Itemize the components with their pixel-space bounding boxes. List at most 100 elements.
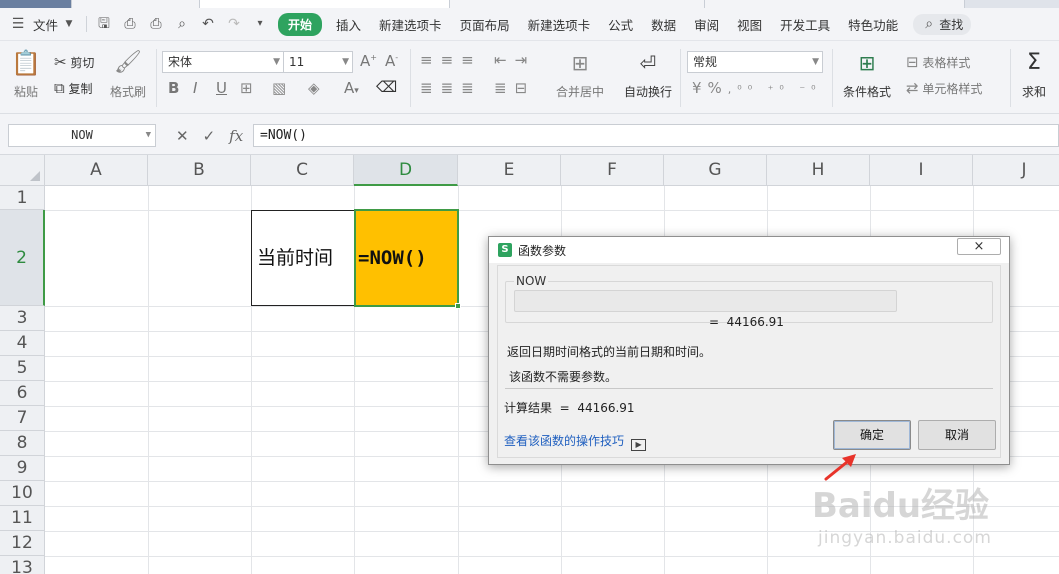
cancel-button[interactable]: 取消 — [918, 420, 996, 450]
wrap-text-label: 自动换行 — [623, 85, 672, 99]
align-left-buttons[interactable]: ≣≣≣ — [420, 79, 482, 97]
chevron-down-icon: ▼ — [273, 57, 280, 67]
fill-handle[interactable] — [455, 303, 461, 309]
ok-button[interactable]: 确定 — [833, 420, 911, 450]
export-pdf-icon[interactable]: ⎙ — [122, 16, 138, 32]
tab-page-layout[interactable]: 页面布局 — [451, 15, 519, 34]
cut-button[interactable]: ✂ 剪切 — [54, 53, 94, 71]
column-header-b[interactable]: B — [148, 155, 251, 186]
name-box[interactable]: NOW ▼ — [8, 124, 156, 147]
justify-buttons[interactable]: ≣⊟ — [494, 79, 535, 97]
tab-document-1[interactable] — [72, 0, 200, 8]
close-button[interactable]: × — [957, 238, 1001, 255]
cell-c2[interactable]: 当前时间 — [251, 210, 355, 306]
row-header-8[interactable]: 8 — [0, 431, 45, 456]
check-icon[interactable]: ✓ — [203, 127, 216, 145]
column-header-f[interactable]: F — [561, 155, 664, 186]
row-header-12[interactable]: 12 — [0, 531, 45, 556]
tab-insert[interactable]: 插入 — [327, 15, 370, 34]
font-shrink-button[interactable]: A- — [385, 52, 398, 70]
annotation-arrow-icon — [824, 454, 856, 481]
save-icon[interactable]: 🖫 — [96, 16, 112, 32]
row-header-9[interactable]: 9 — [0, 456, 45, 481]
row-header-13[interactable]: 13 — [0, 556, 45, 574]
menu-separator — [86, 16, 88, 32]
hamburger-menu-icon[interactable]: ☰ — [10, 16, 26, 32]
document-tab-strip — [0, 0, 1059, 8]
table-style-button[interactable]: ⊟ 表格样式 — [906, 53, 970, 71]
cancel-icon[interactable]: ✕ — [176, 127, 189, 145]
italic-button[interactable]: I — [193, 79, 197, 97]
tab-new-tab-2[interactable]: 新建选项卡 — [519, 15, 600, 34]
tab-view[interactable]: 视图 — [728, 15, 771, 34]
align-top-buttons[interactable]: ≡≡≡ — [420, 51, 482, 69]
tab-home[interactable] — [0, 0, 72, 8]
tab-special-features[interactable]: 特色功能 — [839, 15, 907, 34]
ribbon-toolbar: 📋 粘贴 ✂ 剪切 ⧉ 复制 🖌 格式刷 宋体 ▼ 11 ▼ A+ A- B I U… — [0, 41, 1059, 114]
row-header-11[interactable]: 11 — [0, 506, 45, 531]
row-header-10[interactable]: 10 — [0, 481, 45, 506]
help-link-label: 查看该函数的操作技巧 — [504, 434, 625, 448]
underline-button[interactable]: U — [216, 79, 227, 97]
formula-input[interactable]: =NOW() — [253, 124, 1059, 147]
wrap-text-button[interactable]: ⏎ 自动换行 — [620, 49, 676, 100]
column-header-c[interactable]: C — [251, 155, 354, 186]
paste-button[interactable]: 📋 粘贴 — [10, 49, 42, 100]
column-header-g[interactable]: G — [664, 155, 767, 186]
eraser-icon[interactable]: ⌫ — [376, 78, 397, 96]
tab-developer[interactable]: 开发工具 — [771, 15, 839, 34]
tab-data[interactable]: 数据 — [642, 15, 685, 34]
conditional-format-button[interactable]: ⊞ 条件格式 — [838, 49, 896, 100]
tab-start[interactable]: 开始 — [278, 12, 323, 36]
number-format-select[interactable]: 常规 ▼ — [687, 51, 823, 73]
cell-style-button[interactable]: ⇄ 单元格样式 — [906, 79, 982, 97]
font-color-button[interactable]: A▾ — [344, 79, 359, 97]
tab-document-active[interactable] — [200, 0, 450, 8]
sum-label: 求和 — [1021, 85, 1046, 99]
number-style-buttons[interactable]: ¥%,⁰⁰ ⁺⁰ ⁻⁰ — [692, 79, 822, 99]
tab-document-3[interactable] — [450, 0, 705, 8]
row-header-5[interactable]: 5 — [0, 356, 45, 381]
row-header-6[interactable]: 6 — [0, 381, 45, 406]
format-painter-button[interactable]: 🖌 格式刷 — [108, 49, 148, 100]
quick-access-chevron-icon[interactable]: ▾ — [252, 16, 268, 32]
paint-bucket-icon[interactable]: ◈ — [308, 79, 320, 97]
font-name-select[interactable]: 宋体 ▼ — [162, 51, 284, 73]
tab-document-4[interactable] — [705, 0, 965, 8]
dialog-title-bar[interactable]: S 函数参数 × — [489, 237, 1009, 263]
fx-icon[interactable]: fx — [229, 127, 243, 145]
row-header-2[interactable]: 2 — [0, 210, 45, 306]
sum-button[interactable]: Σ 求和 — [1016, 49, 1052, 100]
border-icon[interactable]: ⊞ — [240, 79, 253, 97]
column-header-e[interactable]: E — [458, 155, 561, 186]
search-box[interactable]: ⌕ 查找 — [913, 13, 972, 35]
tab-new-tab-1[interactable]: 新建选项卡 — [370, 15, 451, 34]
tab-review[interactable]: 审阅 — [685, 15, 728, 34]
select-all-corner[interactable] — [0, 155, 45, 186]
tab-formulas[interactable]: 公式 — [599, 15, 642, 34]
chevron-down-icon[interactable]: ▼ — [61, 16, 77, 32]
row-header-3[interactable]: 3 — [0, 306, 45, 331]
print-icon[interactable]: ⎙ — [148, 16, 164, 32]
help-link[interactable]: 查看该函数的操作技巧 ▶ — [504, 432, 647, 451]
grid-line — [148, 186, 149, 574]
row-header-1[interactable]: 1 — [0, 186, 45, 210]
column-header-d[interactable]: D — [354, 155, 458, 186]
copy-button[interactable]: ⧉ 复制 — [54, 79, 93, 97]
font-size-select[interactable]: 11 ▼ — [283, 51, 353, 73]
bold-button[interactable]: B — [168, 79, 179, 97]
font-grow-button[interactable]: A+ — [360, 52, 377, 70]
column-header-j[interactable]: J — [973, 155, 1059, 186]
redo-icon[interactable]: ↷ — [226, 16, 242, 32]
merge-center-button[interactable]: ⊞ 合并居中 — [552, 49, 608, 100]
undo-icon[interactable]: ↶ — [200, 16, 216, 32]
print-preview-icon[interactable]: ⌕ — [174, 16, 190, 32]
column-header-a[interactable]: A — [45, 155, 148, 186]
row-header-4[interactable]: 4 — [0, 331, 45, 356]
cell-d2[interactable]: =NOW() — [354, 209, 459, 307]
fill-color-icon[interactable]: ▧ — [272, 79, 286, 97]
indent-buttons[interactable]: ⇤⇥ — [494, 51, 535, 69]
column-header-i[interactable]: I — [870, 155, 973, 186]
row-header-7[interactable]: 7 — [0, 406, 45, 431]
column-header-h[interactable]: H — [767, 155, 870, 186]
